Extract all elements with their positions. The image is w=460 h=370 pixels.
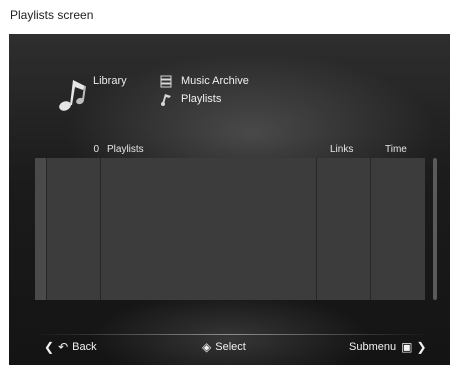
submenu-button[interactable]: Submenu ▣ ❯ bbox=[349, 340, 431, 354]
playlist-table bbox=[35, 158, 425, 300]
playlists-label: Playlists bbox=[181, 93, 222, 105]
table-row[interactable] bbox=[35, 158, 425, 169]
screen-caption: Playlists screen bbox=[10, 8, 94, 22]
table-row[interactable] bbox=[35, 202, 425, 213]
column-header-links: Links bbox=[330, 144, 354, 155]
return-icon: ↶ bbox=[58, 340, 69, 354]
table-row[interactable] bbox=[35, 279, 425, 290]
back-button[interactable]: ❮ ↶ Back bbox=[44, 340, 97, 354]
select-label: Select bbox=[215, 341, 246, 353]
footer-divider bbox=[33, 334, 429, 335]
table-scrollbar[interactable] bbox=[433, 158, 437, 300]
player-screen: Library Music Archive Playlists 0 Playli… bbox=[9, 34, 450, 365]
table-row[interactable] bbox=[35, 235, 425, 246]
table-row[interactable] bbox=[35, 224, 425, 235]
chevron-right-icon: ❯ bbox=[416, 340, 427, 354]
submenu-label: Submenu bbox=[349, 341, 397, 353]
table-header: 0 Playlists Links Time bbox=[35, 144, 440, 158]
music-note-icon bbox=[59, 80, 86, 111]
playlists-item[interactable]: Playlists bbox=[159, 92, 221, 106]
column-header-time: Time bbox=[385, 144, 407, 155]
select-diamond-icon: ◈ bbox=[202, 340, 212, 354]
column-header-playlists: Playlists bbox=[107, 144, 144, 155]
chevron-left-icon: ❮ bbox=[44, 340, 55, 354]
table-row[interactable] bbox=[35, 257, 425, 268]
table-row[interactable] bbox=[35, 290, 425, 300]
table-row[interactable] bbox=[35, 246, 425, 257]
music-archive-label: Music Archive bbox=[181, 75, 249, 87]
submenu-icon: ▣ bbox=[401, 340, 413, 354]
table-row[interactable] bbox=[35, 213, 425, 224]
library-label: Library bbox=[93, 75, 127, 87]
music-archive-item[interactable]: Music Archive bbox=[159, 74, 249, 88]
playlist-icon bbox=[161, 94, 171, 106]
table-row[interactable] bbox=[35, 169, 425, 180]
archive-icon bbox=[160, 75, 172, 88]
back-label: Back bbox=[72, 341, 97, 353]
playlist-count: 0 bbox=[93, 144, 99, 155]
select-button[interactable]: ◈ Select bbox=[202, 340, 246, 354]
table-row[interactable] bbox=[35, 180, 425, 191]
table-row[interactable] bbox=[35, 191, 425, 202]
table-row[interactable] bbox=[35, 268, 425, 279]
